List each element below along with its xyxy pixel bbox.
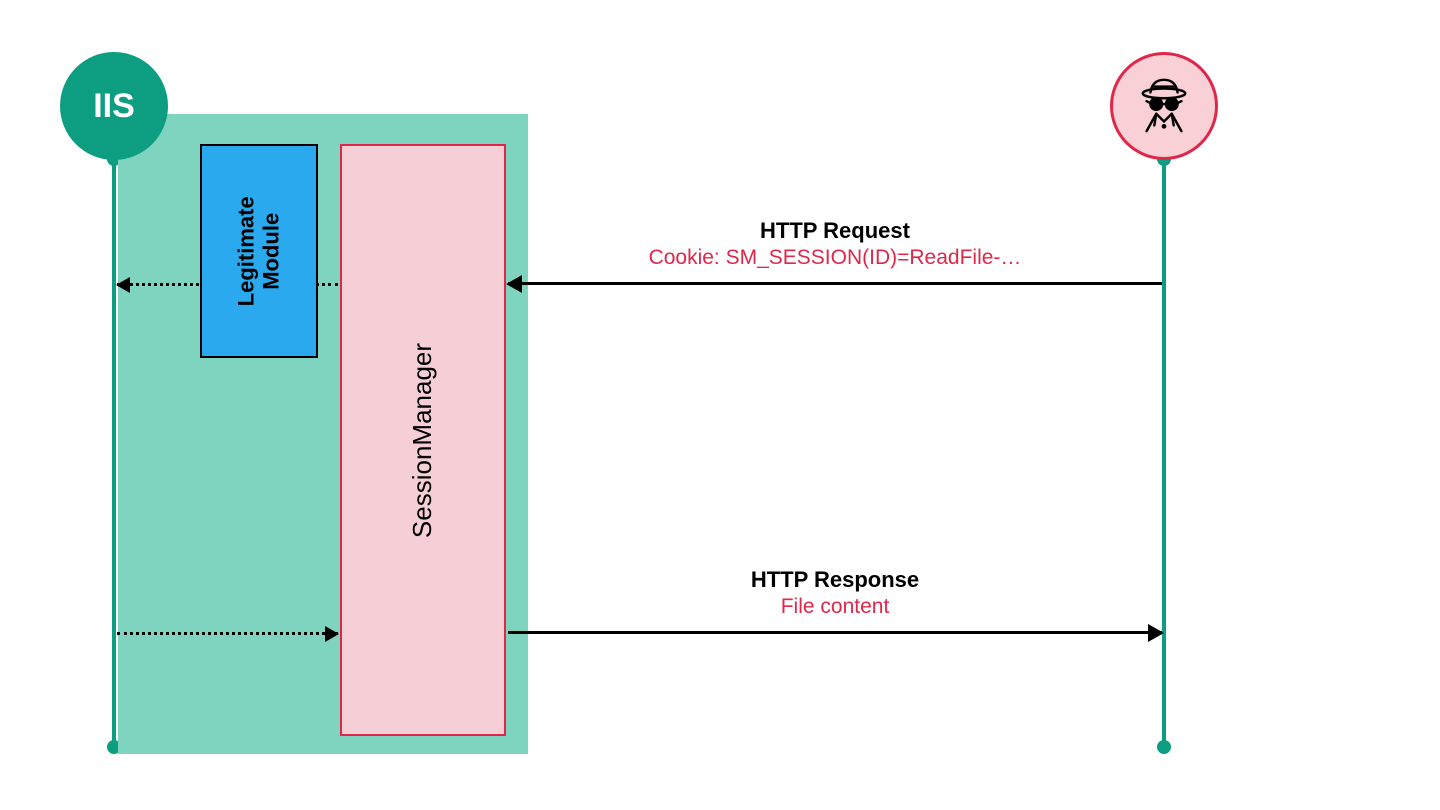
http-request-detail: Cookie: SM_SESSION(ID)=ReadFile-… xyxy=(508,246,1162,270)
http-response-detail: File content xyxy=(508,595,1162,619)
http-response-arrow xyxy=(508,631,1162,634)
arrow-head-left xyxy=(506,275,522,293)
session-manager-label: SessionManager xyxy=(408,342,439,537)
http-response-title: HTTP Response xyxy=(508,567,1162,593)
attacker-actor xyxy=(1110,52,1218,160)
spy-icon xyxy=(1133,75,1195,137)
iis-label: IIS xyxy=(93,87,135,126)
http-request-arrow xyxy=(508,282,1162,285)
arrow-head-right xyxy=(325,626,339,642)
http-request-title: HTTP Request xyxy=(508,218,1162,244)
attacker-lifeline xyxy=(1162,158,1166,748)
session-manager-box: SessionManager xyxy=(340,144,506,736)
sequence-diagram: IIS xyxy=(0,0,1440,810)
legitimate-module-box: Legitimate Module xyxy=(200,144,318,358)
arrow-head-left xyxy=(116,277,130,293)
arrow-head-right xyxy=(1148,624,1164,642)
lifeline-dot xyxy=(1157,740,1171,754)
iis-lifeline xyxy=(112,158,116,748)
legitimate-module-label: Legitimate Module xyxy=(234,196,285,306)
internal-arrow-response xyxy=(117,632,338,635)
iis-actor: IIS xyxy=(60,52,168,160)
